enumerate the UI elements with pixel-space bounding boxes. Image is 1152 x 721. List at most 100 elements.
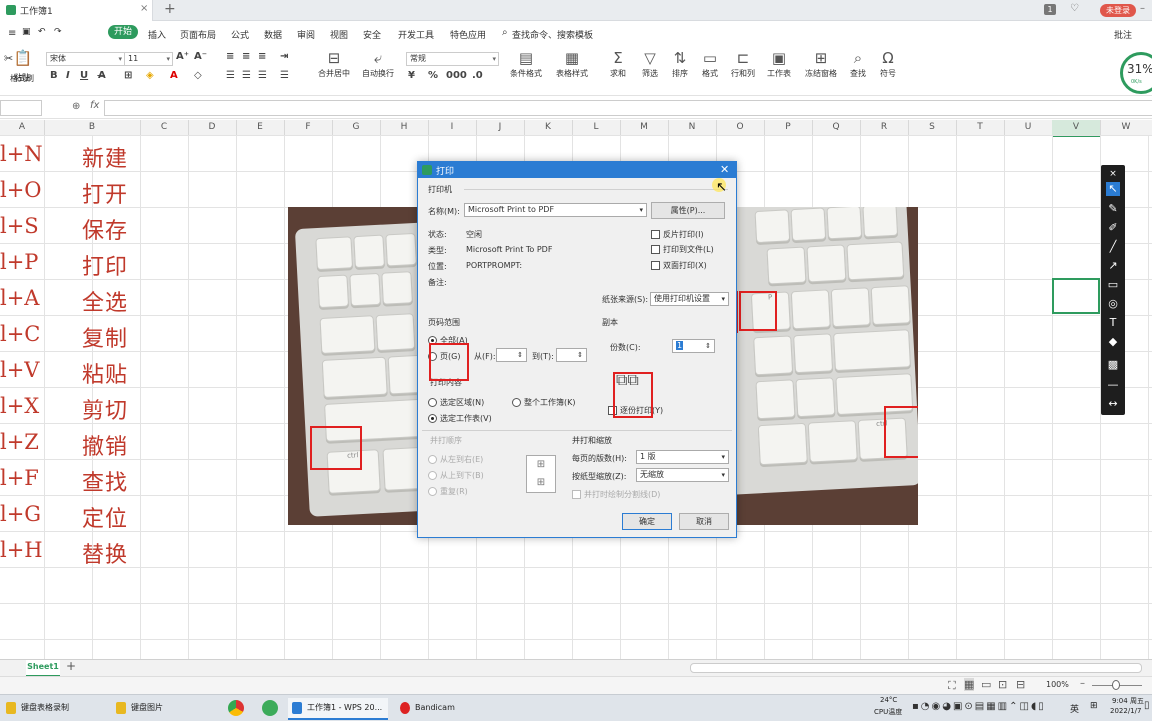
page-layout-view-icon[interactable]: ▭ [981, 678, 991, 691]
bold-button[interactable]: B [50, 70, 58, 81]
ime-icon[interactable]: ⊞ [1090, 701, 1098, 711]
page-break-view-icon[interactable]: ⊡ [998, 678, 1007, 691]
cell-a-10[interactable]: l+F [0, 466, 39, 490]
column-header-o[interactable]: O [716, 120, 765, 135]
align-bottom-icon[interactable]: ≡ [258, 51, 266, 62]
command-search[interactable]: 查找命令、搜索模板 [512, 28, 593, 41]
column-header-k[interactable]: K [524, 120, 573, 135]
login-button[interactable]: 未登录 [1100, 4, 1136, 17]
cell-b-7[interactable]: 粘贴 [82, 357, 128, 389]
printer-properties-button[interactable]: 属性(P)... [651, 202, 725, 219]
paper-source-select[interactable]: 使用打印机设置 ▾ [650, 292, 729, 306]
menu-tab-page-layout[interactable]: 页面布局 [180, 28, 216, 41]
cell-b-10[interactable]: 查找 [82, 465, 128, 497]
cell-a-5[interactable]: l+A [0, 286, 39, 310]
worksheet-button[interactable]: ▣ 工作表 [764, 48, 794, 79]
cell-a-9[interactable]: l+Z [0, 430, 39, 454]
text-icon[interactable]: T [1106, 316, 1120, 330]
menu-tab-developer[interactable]: 开发工具 [398, 28, 434, 41]
column-header-s[interactable]: S [908, 120, 957, 135]
toolbar-save-icon[interactable]: ▣ [22, 27, 31, 37]
thousands-icon[interactable]: 000 [446, 70, 467, 81]
format-button[interactable]: ▭ 格式 [698, 48, 722, 79]
draw-borders-checkbox[interactable] [572, 490, 581, 499]
palette-icon[interactable]: ◎ [1106, 297, 1120, 311]
column-header-e[interactable]: E [236, 120, 285, 135]
menu-tab-special[interactable]: 特色应用 [450, 28, 486, 41]
arrow-icon[interactable]: ↗ [1106, 259, 1120, 273]
minimize-icon[interactable]: – [1140, 3, 1145, 14]
column-header-f[interactable]: F [284, 120, 333, 135]
weather-temp[interactable]: 24°C [880, 696, 897, 704]
notification-icon[interactable]: ▯ [1144, 700, 1150, 711]
find-button[interactable]: ⌕ 查找 [846, 48, 870, 79]
menu-tab-data[interactable]: 数据 [264, 28, 282, 41]
chrome-icon[interactable] [228, 700, 244, 716]
cell-a-11[interactable]: l+G [0, 502, 41, 526]
cell-b-6[interactable]: 复制 [82, 321, 128, 353]
distributed-icon[interactable]: ☰ [280, 70, 289, 81]
cell-a-7[interactable]: l+V [0, 358, 39, 382]
duplex-checkbox[interactable] [651, 261, 660, 270]
font-name-select[interactable]: 宋体 ▾ [46, 52, 125, 66]
weather-label[interactable]: CPU温度 [874, 707, 902, 717]
column-header-u[interactable]: U [1004, 120, 1053, 135]
input-language[interactable]: 英 [1070, 702, 1079, 715]
marker-icon[interactable]: ✐ [1106, 221, 1120, 235]
cell-a-3[interactable]: l+S [0, 214, 39, 238]
strike-button[interactable]: A̶ [98, 70, 106, 81]
menu-tab-security[interactable]: 安全 [363, 28, 381, 41]
toolbar-undo-icon[interactable]: ↶ [38, 27, 46, 37]
normal-view-icon[interactable]: ▦ [964, 678, 975, 691]
zoom-level[interactable]: 100% [1046, 680, 1069, 689]
paste-button[interactable]: 📋 [12, 48, 34, 68]
cell-a-8[interactable]: l+X [0, 394, 39, 418]
new-tab-button[interactable]: + [164, 1, 176, 17]
column-header-h[interactable]: H [380, 120, 429, 135]
font-grow-icon[interactable]: A⁺ [176, 51, 189, 62]
top-to-bottom-radio[interactable] [428, 471, 437, 480]
currency-icon[interactable]: ¥ [408, 70, 415, 81]
number-format-select[interactable]: 常规 ▾ [406, 52, 499, 66]
copies-input[interactable]: 1 ⇕ [672, 339, 715, 353]
line-icon[interactable]: ╱ [1106, 240, 1120, 254]
zoom-formula-icon[interactable]: ⊕ [72, 101, 80, 112]
clock-date[interactable]: 2022/1/7 [1110, 707, 1141, 715]
transparency-icon[interactable]: ▩ [1106, 358, 1120, 372]
to-page-input[interactable]: ⇕ [556, 348, 587, 362]
name-box[interactable] [0, 100, 42, 116]
border-icon[interactable]: ⊞ [124, 70, 132, 81]
align-top-icon[interactable]: ≡ [226, 51, 234, 62]
column-header-r[interactable]: R [860, 120, 909, 135]
menu-tab-formula[interactable]: 公式 [231, 28, 249, 41]
cell-b-8[interactable]: 剪切 [82, 393, 128, 425]
column-header-n[interactable]: N [668, 120, 717, 135]
active-sheet-radio[interactable] [428, 414, 437, 423]
print-to-file-checkbox[interactable] [651, 245, 660, 254]
cell-a-6[interactable]: l+C [0, 322, 40, 346]
italic-button[interactable]: I [66, 70, 70, 81]
percent-icon[interactable]: % [428, 70, 438, 81]
zoom-slider-thumb[interactable] [1112, 680, 1120, 690]
tray-icons[interactable]: ▪◔◉◕▣⊙▤▦▥⌃◫◖▯ [912, 701, 1046, 712]
clear-format-icon[interactable]: ◇ [194, 70, 202, 81]
cell-b-11[interactable]: 定位 [82, 501, 128, 533]
dialog-close-icon[interactable]: ✕ [720, 163, 729, 176]
column-header-m[interactable]: M [620, 120, 669, 135]
font-shrink-icon[interactable]: A⁻ [194, 51, 207, 62]
scale-select[interactable]: 无缩放 ▾ [636, 468, 729, 482]
toolbar-redo-icon[interactable]: ↷ [54, 27, 62, 37]
column-header-w[interactable]: W [1100, 120, 1152, 135]
printer-name-select[interactable]: Microsoft Print to PDF ▾ [464, 203, 647, 217]
selection-radio[interactable] [428, 398, 437, 407]
fill-color-icon[interactable]: ◈ [146, 70, 154, 81]
cell-a-1[interactable]: l+N [0, 142, 43, 166]
freeze-panes-button[interactable]: ⊞ 冻结窗格 [802, 48, 840, 79]
add-sheet-button[interactable]: + [66, 659, 76, 673]
comments-button[interactable]: 批注 [1114, 28, 1132, 41]
taskbar-item-recorder-folder[interactable]: 键盘表格录制 [6, 698, 106, 718]
cut-icon[interactable]: ✂ [4, 52, 13, 65]
eraser-icon[interactable]: ◆ [1106, 335, 1120, 349]
cell-a-2[interactable]: l+O [0, 178, 42, 202]
format-painter-button[interactable]: 格式刷 [10, 73, 34, 84]
